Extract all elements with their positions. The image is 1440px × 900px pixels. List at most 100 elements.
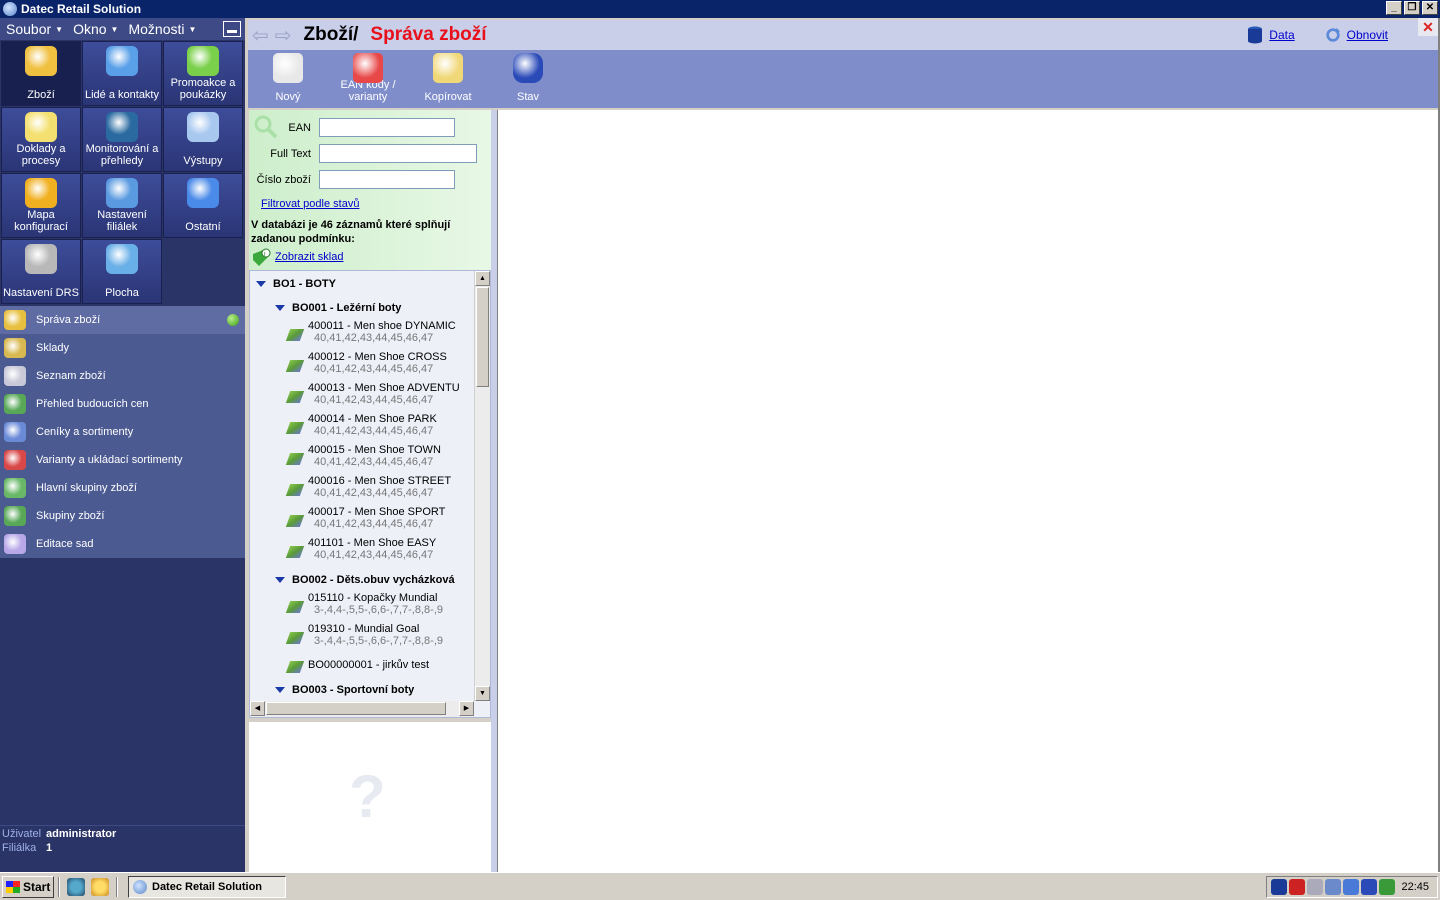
system-tray: 22:45 [1266,876,1438,898]
tile-8[interactable]: Ostatní [163,173,243,238]
security-icon[interactable] [1289,879,1305,895]
item-sizes: 40,41,42,43,44,45,46,47 [314,425,434,437]
lan-icon[interactable] [1343,879,1359,895]
scroll-up-button[interactable]: ▲ [475,271,490,286]
tile-7[interactable]: Nastavení filiálek [82,173,162,238]
detail-content-area [497,110,1438,872]
menu-soubor[interactable]: Soubor ▼ [6,21,63,37]
refresh-link[interactable]: Obnovit [1325,26,1388,44]
expand-triangle-icon[interactable] [275,687,285,693]
tile-label: Výstupy [183,155,223,167]
usb-icon[interactable] [1307,879,1323,895]
taskbar-window-button[interactable]: Datec Retail Solution [128,875,286,898]
item-name: BO00000001 - jirkův test [308,659,430,671]
minimize-button[interactable]: _ [1386,1,1402,15]
restore-button[interactable]: ❐ [1404,1,1420,15]
record-count-message: V databázi je 46 záznamů které splňují z… [251,219,451,245]
tree-item[interactable]: 400014 - Men Shoe PARK 40,41,42,43,44,45,… [285,413,437,438]
tree-item[interactable]: 015110 - Kopačky Mundial 3-,4,4-,5,5-,6,6… [285,592,444,617]
toolbar-button-2[interactable]: Kopírovat [408,50,488,108]
tree-item[interactable]: BO00000001 - jirkův test [285,659,430,673]
internet-explorer-icon[interactable] [67,877,85,896]
tile-10[interactable]: Plocha [82,239,162,304]
nav-item-3[interactable]: Přehled budoucích cen [0,390,245,418]
tree-item[interactable]: 019310 - Mundial Goal 3-,4,4-,5,5-,6,6-,7… [285,623,443,648]
monitor-icon[interactable] [1325,879,1341,895]
toolbar-button-1[interactable]: EAN kódy / varianty [328,50,408,108]
tree-item[interactable]: 401101 - Men Shoe EASY 40,41,42,43,44,45,… [285,537,436,562]
scroll-right-button[interactable]: ▶ [459,701,474,716]
expand-triangle-icon[interactable] [256,281,266,287]
fulltext-input[interactable] [319,144,477,163]
tree-group[interactable]: BO002 - Děts.obuv vycházková [275,574,455,586]
expand-triangle-icon[interactable] [275,577,285,583]
toolbar-button-0[interactable]: Nový [248,50,328,108]
scroll-down-button[interactable]: ▼ [475,686,490,701]
nav-item-6[interactable]: Hlavní skupiny zboží [0,474,245,502]
tree-item[interactable]: 400013 - Men Shoe ADVENTU 40,41,42,43,44,… [285,382,460,407]
tree-item[interactable]: 400017 - Men Shoe SPORT 40,41,42,43,44,45… [285,506,445,531]
scroll-left-button[interactable]: ◀ [250,701,265,716]
tile-3[interactable]: Doklady a procesy [1,107,81,172]
show-stock-link[interactable]: Zobrazit sklad [275,251,343,263]
nav-item-label: Hlavní skupiny zboží [36,482,137,494]
close-button[interactable]: ✕ [1422,1,1438,15]
tree-vertical-scrollbar[interactable]: ▲ ▼ [474,271,490,701]
update-icon[interactable] [1379,879,1395,895]
tile-1[interactable]: Lidé a kontakty [82,41,162,106]
tile-4[interactable]: Monitorování a přehledy [82,107,162,172]
start-button[interactable]: Start [2,875,54,898]
tile-label: Nastavení filiálek [97,209,147,233]
new-barcode-icon [273,53,303,83]
data-link[interactable]: Data [1247,26,1295,44]
tile-6[interactable]: Mapa konfigurací [1,173,81,238]
nav-item-0[interactable]: Správa zboží [0,306,245,334]
back-arrow-icon[interactable]: ⇦ [252,23,269,48]
tree-group[interactable]: BO003 - Sportovní boty [275,684,414,696]
toolbar-button-label: Stav [516,91,539,103]
scroll-thumb[interactable] [476,287,489,387]
toolbar-button-3[interactable]: Stav [488,50,568,108]
ean-input[interactable] [319,118,455,137]
tree-item[interactable]: 400012 - Men Shoe CROSS 40,41,42,43,44,45… [285,351,447,376]
clock-app-icon[interactable] [91,877,109,896]
tile-2[interactable]: Promoakce a poukázky [163,41,243,106]
nav-item-label: Varianty a ukládací sortimenty [36,454,183,466]
nav-item-8[interactable]: Editace sad [0,530,245,558]
tile-label: Lidé a kontakty [85,89,159,101]
breadcrumb[interactable]: Zboží/ [304,24,359,46]
tree-group[interactable]: BO1 - BOTY [256,278,336,290]
item-sizes: 3-,4,4-,5,5-,6,6-,7,7-,8,8-,9 [314,604,444,616]
close-module-button[interactable]: ✕ [1418,18,1438,36]
menu-moznosti[interactable]: Možnosti ▼ [128,21,196,37]
tree-horizontal-scrollbar[interactable]: ◀ ▶ [250,701,474,717]
nav-item-4[interactable]: Ceníky a sortimenty [0,418,245,446]
nav-item-5[interactable]: Varianty a ukládací sortimenty [0,446,245,474]
tree-item[interactable]: 400016 - Men Shoe STREET 40,41,42,43,44,4… [285,475,451,500]
fulltext-label: Full Text [270,147,311,160]
item-name: 400013 - Men Shoe ADVENTU [308,382,460,394]
filter-by-state-link[interactable]: Filtrovat podle stavů [261,198,359,210]
nav-item-7[interactable]: Skupiny zboží [0,502,245,530]
tree-item[interactable]: 400015 - Men Shoe TOWN 40,41,42,43,44,45,… [285,444,441,469]
nav-item-1[interactable]: Sklady [0,334,245,362]
tile-5[interactable]: Výstupy [163,107,243,172]
refresh-icon [1325,27,1340,42]
hscroll-thumb[interactable] [266,702,446,715]
tile-0[interactable]: Zboží [1,41,81,106]
item-number-input[interactable] [319,170,455,189]
tile-9[interactable]: Nastavení DRS [1,239,81,304]
forward-arrow-icon[interactable]: ⇨ [275,23,292,48]
nav-item-2[interactable]: Seznam zboží [0,362,245,390]
network-icon[interactable] [1271,879,1287,895]
tree-group[interactable]: BO001 - Ležérní boty [275,302,401,314]
tray-app-icon[interactable] [1361,879,1377,895]
panel-minimize-button[interactable] [223,21,241,37]
goods-item-icon [285,546,305,558]
app-icon [133,879,147,894]
expand-triangle-icon[interactable] [275,305,285,311]
stock-icon: i [253,248,271,266]
menu-okno[interactable]: Okno ▼ [73,21,118,37]
tree-item[interactable]: 400011 - Men shoe DYNAMIC 40,41,42,43,44,… [285,320,456,345]
user-value: administrator [46,828,117,840]
